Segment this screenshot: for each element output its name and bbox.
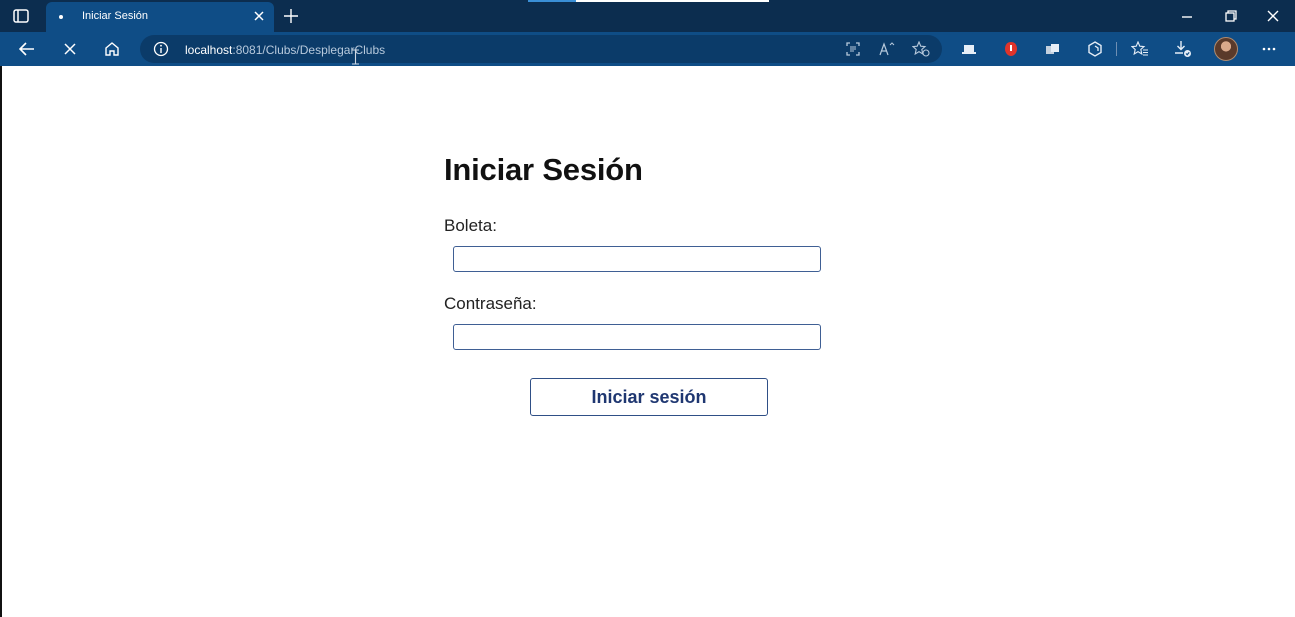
page-title: Iniciar Sesión	[444, 152, 643, 187]
extension-icon[interactable]	[1000, 38, 1022, 60]
minimize-icon[interactable]	[1174, 4, 1200, 28]
address-path: :8081/Clubs/DesplegarClubs	[232, 43, 386, 57]
address-bar[interactable]: localhost:8081/Clubs/DesplegarClubs	[140, 35, 942, 63]
plus-icon[interactable]	[280, 5, 302, 27]
recording-indicator	[528, 0, 576, 2]
downloads-icon[interactable]	[1172, 38, 1194, 60]
extension-icon[interactable]	[1084, 38, 1106, 60]
immersive-reader-icon[interactable]	[844, 40, 862, 58]
password-label: Contraseña:	[444, 294, 537, 313]
tab-title: Iniciar Sesión	[82, 10, 149, 22]
boleta-label: Boleta:	[444, 216, 497, 235]
extension-icon[interactable]	[958, 38, 980, 60]
more-icon[interactable]	[1258, 38, 1280, 60]
address-host: localhost	[185, 43, 233, 57]
tab-actions-icon[interactable]	[10, 6, 32, 26]
recording-indicator-track	[576, 0, 769, 2]
browser-titlebar: Iniciar Sesión	[0, 0, 1295, 32]
toolbar-separator	[1116, 42, 1117, 56]
close-icon[interactable]	[1260, 4, 1286, 28]
read-aloud-icon[interactable]	[878, 40, 896, 58]
profile-avatar[interactable]	[1214, 37, 1238, 61]
close-icon[interactable]	[251, 8, 267, 24]
browser-navbar: localhost:8081/Clubs/DesplegarClubs	[0, 32, 1295, 66]
add-favorite-icon[interactable]	[912, 40, 930, 58]
home-icon[interactable]	[99, 36, 125, 62]
back-arrow-icon[interactable]	[14, 36, 40, 62]
login-button[interactable]: Iniciar sesión	[530, 378, 768, 416]
active-tab[interactable]: Iniciar Sesión	[46, 2, 274, 32]
text-cursor-icon	[351, 49, 360, 65]
page-content: Iniciar Sesión Boleta: Contraseña: Inici…	[0, 66, 1295, 617]
favorites-icon[interactable]	[1129, 38, 1151, 60]
extension-icon[interactable]	[1042, 38, 1064, 60]
stop-icon[interactable]	[57, 36, 83, 62]
info-icon[interactable]	[152, 40, 170, 58]
loading-dot-icon	[56, 11, 66, 23]
boleta-input[interactable]	[453, 246, 821, 272]
restore-icon[interactable]	[1218, 4, 1244, 28]
password-input[interactable]	[453, 324, 821, 350]
